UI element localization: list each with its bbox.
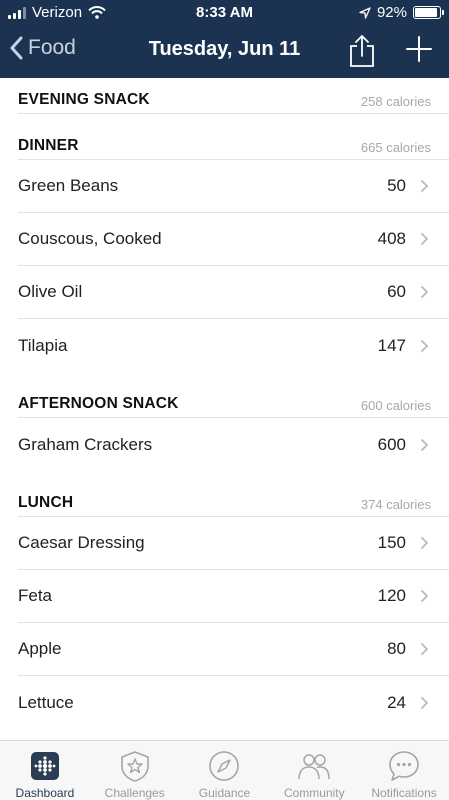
food-calories: 60 — [387, 282, 406, 301]
food-calories: 120 — [377, 586, 406, 605]
section-title: AFTERNOON SNACK — [18, 395, 179, 412]
chevron-right-icon — [420, 339, 429, 352]
food-name: Tilapia — [18, 335, 68, 355]
nav-bar: Food Tuesday, Jun 11 — [0, 26, 449, 78]
community-icon — [298, 754, 331, 780]
battery-icon — [413, 6, 444, 19]
tab-label: Challenges — [104, 786, 165, 800]
food-name: Apple — [18, 639, 62, 658]
share-icon[interactable] — [348, 34, 376, 68]
section-calories: 374 calories — [360, 497, 431, 512]
tab-bar: Dashboard Challenges Guidance Community … — [0, 740, 449, 800]
section-header-evening-snack: EVENING SNACK 258 calories — [18, 78, 449, 114]
challenges-icon — [120, 751, 149, 782]
food-calories: 24 — [387, 692, 406, 712]
food-name: Couscous, Cooked — [18, 229, 162, 248]
battery-percent: 92% — [376, 4, 407, 21]
food-row[interactable]: Feta 120 — [18, 570, 449, 623]
food-calories: 600 — [377, 434, 406, 454]
food-row[interactable]: Graham Crackers 600 — [18, 418, 449, 471]
food-name: Feta — [18, 586, 53, 605]
tab-label: Dashboard — [15, 786, 75, 800]
section-title: EVENING SNACK — [18, 91, 150, 108]
tab-challenges[interactable]: Challenges — [90, 741, 180, 800]
chat-bubble-icon — [389, 751, 419, 781]
section-calories: 600 calories — [360, 398, 431, 413]
tab-dashboard[interactable]: Dashboard — [0, 741, 90, 800]
tab-label: Notifications — [371, 786, 437, 800]
chevron-right-icon — [420, 536, 429, 550]
food-name: Caesar Dressing — [18, 533, 145, 552]
tab-label: Community — [283, 786, 345, 800]
chevron-right-icon — [420, 438, 429, 451]
status-bar: Verizon 8:33 AM 92% — [0, 0, 449, 26]
food-name: Graham Crackers — [18, 434, 153, 454]
food-row[interactable]: Tilapia 147 — [18, 319, 449, 372]
location-arrow-icon — [359, 6, 371, 19]
chevron-right-icon — [420, 232, 429, 246]
section-header-afternoon-snack: AFTERNOON SNACK 600 calories — [18, 372, 449, 418]
chevron-right-icon — [420, 696, 429, 709]
battery-fill — [415, 8, 438, 17]
section-header-dinner: DINNER 665 calories — [18, 114, 449, 160]
compass-icon — [209, 751, 240, 781]
chevron-right-icon — [420, 179, 429, 193]
food-calories: 147 — [377, 335, 406, 355]
chevron-right-icon — [420, 285, 429, 299]
dashboard-icon — [30, 752, 59, 780]
food-calories: 150 — [377, 533, 406, 552]
food-name: Lettuce — [18, 692, 74, 712]
food-log-list: EVENING SNACK 258 calories DINNER 665 ca… — [0, 78, 449, 740]
food-calories: 50 — [387, 176, 406, 195]
chevron-right-icon — [420, 589, 429, 603]
food-name: Green Beans — [18, 176, 119, 195]
section-calories: 665 calories — [360, 140, 431, 155]
tab-label: Guidance — [198, 786, 251, 800]
section-header-lunch: LUNCH 374 calories — [18, 471, 449, 517]
section-title: DINNER — [18, 137, 79, 154]
food-row[interactable]: Olive Oil 60 — [18, 266, 449, 319]
food-row[interactable]: Couscous, Cooked 408 — [18, 213, 449, 266]
chevron-right-icon — [420, 642, 429, 656]
add-icon[interactable] — [406, 36, 432, 62]
tab-notifications[interactable]: Notifications — [359, 741, 449, 800]
tab-guidance[interactable]: Guidance — [180, 741, 270, 800]
food-calories: 408 — [377, 229, 406, 248]
food-calories: 80 — [387, 639, 406, 658]
food-name: Olive Oil — [18, 282, 83, 301]
section-title: LUNCH — [18, 494, 74, 511]
status-right: 92% — [359, 4, 444, 21]
tab-community[interactable]: Community — [269, 741, 359, 800]
food-row[interactable]: Green Beans 50 — [18, 160, 449, 213]
food-row[interactable]: Caesar Dressing 150 — [18, 517, 449, 570]
food-row[interactable]: Lettuce 24 — [18, 676, 449, 729]
section-calories: 258 calories — [360, 94, 431, 109]
food-row[interactable]: Apple 80 — [18, 623, 449, 676]
page-title: Tuesday, Jun 11 — [148, 38, 301, 60]
